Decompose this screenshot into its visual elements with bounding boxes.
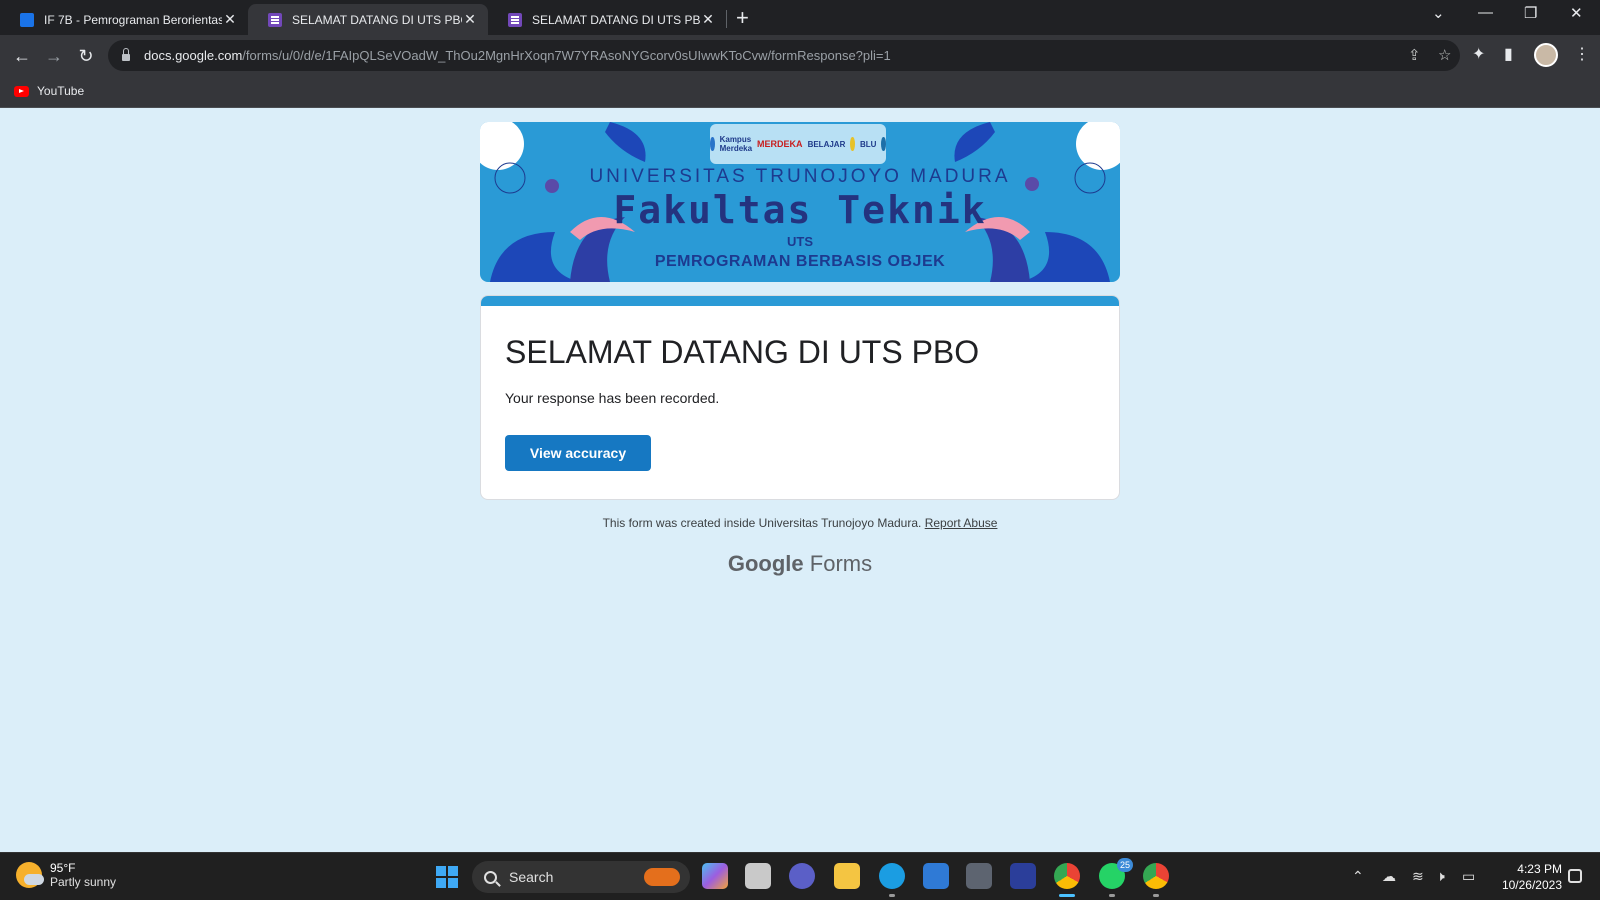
system-clock[interactable]: 4:23 PM 10/26/2023 xyxy=(1490,861,1562,893)
unity-hub-icon[interactable] xyxy=(966,863,992,889)
blu-logo: BLU xyxy=(859,139,877,149)
url-text[interactable]: docs.google.com/forms/u/0/d/e/1FAIpQLSeV… xyxy=(144,48,891,63)
form-header-banner: Kampus Merdeka MERDEKA BELAJAR BLU UNIVE… xyxy=(480,122,1120,282)
tab-strip: IF 7B - Pemrograman Berorientasi ✕ SELAM… xyxy=(0,0,1600,35)
footer-note-text: This form was created inside Universitas… xyxy=(602,516,922,530)
onedrive-cloud-icon[interactable]: ☁ xyxy=(1382,868,1396,885)
weather-widget[interactable]: 95°F Partly sunny xyxy=(16,861,116,889)
merdeka-logo: MERDEKA xyxy=(757,139,803,149)
tab-title: SELAMAT DATANG DI UTS PBO xyxy=(292,12,462,27)
partly-sunny-icon xyxy=(16,862,44,888)
extensions-puzzle-icon[interactable]: ✦ xyxy=(1472,44,1485,64)
response-confirmation-card: SELAMAT DATANG DI UTS PBO Your response … xyxy=(480,295,1120,500)
tab-divider xyxy=(726,10,727,28)
chrome-profile-icon[interactable] xyxy=(1143,863,1169,897)
bookmarks-bar: YouTube xyxy=(0,76,1600,108)
whatsapp-badge: 25 xyxy=(1116,858,1133,872)
bookmark-youtube[interactable]: YouTube xyxy=(14,84,84,98)
url-host: docs.google.com xyxy=(144,48,243,63)
search-label: Search xyxy=(509,869,554,885)
kampus-merdeka-logo: Kampus Merdeka xyxy=(719,135,753,153)
google-classroom-icon xyxy=(20,12,34,27)
weather-temp: 95°F xyxy=(50,861,76,875)
tab-title: SELAMAT DATANG DI UTS PBO xyxy=(532,12,700,27)
search-highlight-pumpkin-icon xyxy=(644,868,680,886)
battery-charging-icon[interactable]: ▭ xyxy=(1462,868,1475,885)
tab-search-icon[interactable]: ⌄ xyxy=(1432,4,1445,22)
visual-studio-icon[interactable] xyxy=(1010,863,1036,889)
profile-avatar[interactable] xyxy=(1534,43,1558,67)
tab-title: IF 7B - Pemrograman Berorientasi xyxy=(44,12,222,27)
s-logo-icon xyxy=(881,137,886,151)
banner-course: PEMROGRAMAN BERBASIS OBJEK xyxy=(654,253,946,270)
file-explorer-icon[interactable] xyxy=(834,863,860,889)
url-path: /forms/u/0/d/e/1FAIpQLSeVOadW_ThOu2MgnHr… xyxy=(242,48,891,63)
report-abuse-link[interactable]: Report Abuse xyxy=(925,516,998,530)
teams-chat-icon[interactable] xyxy=(789,863,815,889)
banner-faculty: Fakultas Teknik xyxy=(613,188,987,232)
card-accent-bar xyxy=(481,296,1119,306)
notification-bell-icon[interactable] xyxy=(1568,869,1582,883)
close-tab-icon[interactable]: ✕ xyxy=(222,11,238,28)
copilot-icon[interactable] xyxy=(702,863,728,889)
tab-classroom[interactable]: IF 7B - Pemrograman Berorientasi ✕ xyxy=(0,4,248,35)
belajar-logo: BELAJAR xyxy=(807,139,846,149)
close-tab-icon[interactable]: ✕ xyxy=(462,11,478,28)
share-icon[interactable]: ⇪ xyxy=(1408,46,1421,64)
clock-date: 10/26/2023 xyxy=(1501,878,1562,892)
tab-forms[interactable]: SELAMAT DATANG DI UTS PBO ✕ xyxy=(488,4,726,35)
reload-icon[interactable]: ↻ xyxy=(72,42,100,70)
clock-time: 4:23 PM xyxy=(1517,862,1562,876)
chrome-icon[interactable] xyxy=(1054,863,1080,897)
weather-condition: Partly sunny xyxy=(50,875,117,889)
close-window-button[interactable]: ✕ xyxy=(1570,4,1583,22)
form-footer-note: This form was created inside Universitas… xyxy=(0,516,1600,530)
lock-icon[interactable] xyxy=(122,48,130,61)
new-tab-button[interactable]: + xyxy=(736,5,749,31)
windows-taskbar: 95°F Partly sunny Search 25 ⌃ ☁ ≋ 🕨 ▭ 4:… xyxy=(0,852,1600,900)
edge-icon[interactable] xyxy=(879,863,905,897)
menu-kebab-icon[interactable]: ⋮ xyxy=(1574,44,1590,64)
bookmark-star-icon[interactable]: ☆ xyxy=(1438,46,1451,64)
show-hidden-icons-chevron-icon[interactable]: ⌃ xyxy=(1352,868,1364,885)
forms-wordmark: Forms xyxy=(809,551,873,576)
taskbar-search[interactable]: Search xyxy=(472,861,690,893)
google-wordmark: Google xyxy=(727,551,804,576)
search-icon xyxy=(484,870,497,884)
speaker-muted-icon[interactable]: 🕨 xyxy=(1436,868,1445,885)
side-panel-icon[interactable]: ▮ xyxy=(1504,44,1513,64)
close-tab-icon[interactable]: ✕ xyxy=(700,11,716,28)
banner-exam: UTS xyxy=(787,234,813,249)
bookmark-label: YouTube xyxy=(37,84,85,98)
tab-forms-active[interactable]: SELAMAT DATANG DI UTS PBO ✕ xyxy=(248,4,488,35)
address-bar[interactable]: docs.google.com/forms/u/0/d/e/1FAIpQLSeV… xyxy=(108,40,1460,71)
forward-arrow-icon[interactable]: → xyxy=(40,42,68,70)
tut-wuri-logo-icon xyxy=(710,137,715,151)
google-forms-icon xyxy=(508,12,522,27)
windows-start-icon[interactable] xyxy=(436,866,458,888)
back-arrow-icon[interactable]: ← xyxy=(8,42,36,70)
microsoft-store-icon[interactable] xyxy=(923,863,949,889)
youtube-icon xyxy=(14,85,29,97)
view-accuracy-button[interactable]: View accuracy xyxy=(505,435,651,471)
google-forms-icon xyxy=(268,12,282,27)
wifi-icon[interactable]: ≋ xyxy=(1412,868,1424,885)
google-forms-logo[interactable]: Google Forms xyxy=(0,551,1600,577)
university-seal-icon xyxy=(850,137,855,151)
restore-button[interactable]: ❐ xyxy=(1524,4,1537,22)
browser-toolbar: ← → ↻ docs.google.com/forms/u/0/d/e/1FAI… xyxy=(0,35,1600,76)
task-view-icon[interactable] xyxy=(745,863,771,889)
confirmation-message: Your response has been recorded. xyxy=(505,390,720,406)
form-title: SELAMAT DATANG DI UTS PBO xyxy=(505,334,980,370)
whatsapp-icon[interactable]: 25 xyxy=(1099,858,1133,897)
banner-university: UNIVERSITAS TRUNOJOYO MADURA xyxy=(589,166,1011,187)
partner-logos: Kampus Merdeka MERDEKA BELAJAR BLU xyxy=(710,124,886,164)
minimize-button[interactable]: — xyxy=(1478,4,1493,21)
